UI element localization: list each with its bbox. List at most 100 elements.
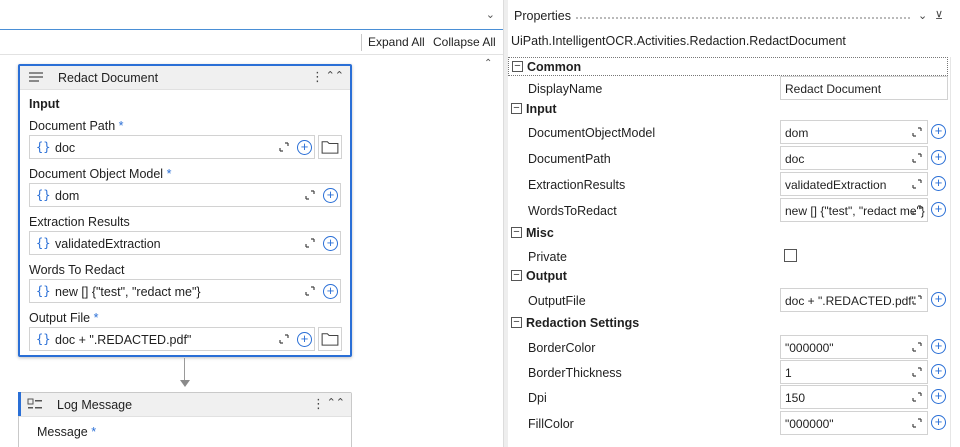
expand-editor-icon[interactable] xyxy=(912,342,922,352)
expand-editor-icon[interactable] xyxy=(279,334,289,344)
sequence-connector xyxy=(184,358,185,380)
expand-editor-icon[interactable] xyxy=(912,367,922,377)
pin-icon[interactable]: ⊻ xyxy=(935,9,943,22)
category-redaction-settings[interactable]: − Redaction Settings xyxy=(508,314,948,333)
designer-vertical-scrollbar[interactable] xyxy=(486,70,496,447)
plus-icon[interactable]: + xyxy=(323,284,338,299)
workflow-designer[interactable]: ⌄ Expand All Collapse All ⌃ Redact Docum… xyxy=(0,0,503,447)
scroll-up-icon[interactable]: ⌃ xyxy=(484,58,492,69)
collapse-all-button[interactable]: Collapse All xyxy=(433,35,496,49)
collapse-activity-icon[interactable]: ⌃⌃ xyxy=(327,396,345,409)
dpi-input[interactable]: 150 xyxy=(780,385,928,409)
property-row-outputfile: OutputFile doc + ".REDACTED.pdf" + xyxy=(508,288,948,312)
category-misc[interactable]: − Misc xyxy=(508,224,948,243)
expand-editor-icon[interactable] xyxy=(912,392,922,402)
activity-header[interactable]: Redact Document ⋮ ⌃⌃ xyxy=(20,66,350,90)
folder-icon xyxy=(321,141,339,154)
collapse-toggle-icon[interactable]: − xyxy=(511,103,522,114)
expression-brace-icon: {} xyxy=(36,236,51,250)
expression-brace-icon: {} xyxy=(36,188,51,202)
output-file-input[interactable]: {} doc + ".REDACTED.pdf" + xyxy=(29,327,315,351)
borderthickness-input[interactable]: 1 xyxy=(780,360,928,384)
plus-icon[interactable]: + xyxy=(931,176,946,191)
property-row-displayname: DisplayName Redact Document xyxy=(508,76,948,100)
designer-toolbar: Expand All Collapse All xyxy=(0,31,503,55)
expand-editor-icon[interactable] xyxy=(912,153,922,163)
private-checkbox[interactable] xyxy=(784,249,797,262)
displayname-input[interactable]: Redact Document xyxy=(780,76,948,100)
properties-title: Properties xyxy=(514,9,571,23)
words-to-redact-input[interactable]: {} new [] {"test", "redact me"} + xyxy=(29,279,341,303)
plus-icon[interactable]: + xyxy=(931,339,946,354)
plus-icon[interactable]: + xyxy=(931,202,946,217)
plus-icon[interactable]: + xyxy=(297,140,312,155)
properties-panel[interactable]: Properties ⌄ ⊻ UiPath.IntelligentOCR.Act… xyxy=(508,0,960,447)
document-path-input[interactable]: {} doc + xyxy=(29,135,315,159)
plus-icon[interactable]: + xyxy=(297,332,312,347)
redact-document-icon xyxy=(29,72,43,82)
expand-editor-icon[interactable] xyxy=(305,286,315,296)
activity-type-name: UiPath.IntelligentOCR.Activities.Redacti… xyxy=(511,34,846,48)
property-row-documentpath: DocumentPath doc + xyxy=(508,146,948,170)
plus-icon[interactable]: + xyxy=(323,236,338,251)
collapse-toggle-icon[interactable]: − xyxy=(511,317,522,328)
property-row-fillcolor: FillColor "000000" + xyxy=(508,411,948,435)
plus-icon[interactable]: + xyxy=(931,415,946,430)
message-label: Message * xyxy=(37,425,97,439)
document-object-model-input[interactable]: {} dom + xyxy=(29,183,341,207)
chevron-down-icon[interactable]: ⌄ xyxy=(918,9,927,22)
collapse-activity-icon[interactable]: ⌃⌃ xyxy=(326,69,344,82)
plus-icon[interactable]: + xyxy=(931,364,946,379)
output-file-label: Output File * xyxy=(29,311,99,325)
log-message-activity[interactable]: Log Message ⋮ ⌃⌃ Message * xyxy=(18,392,352,447)
expand-editor-icon[interactable] xyxy=(912,418,922,428)
activity-title: Log Message xyxy=(57,398,133,412)
outputfile-input[interactable]: doc + ".REDACTED.pdf" xyxy=(780,288,928,312)
documentpath-input[interactable]: doc xyxy=(780,146,928,170)
plus-icon[interactable]: + xyxy=(931,124,946,139)
toolbar-separator xyxy=(361,34,362,51)
collapse-toggle-icon[interactable]: − xyxy=(511,227,522,238)
expand-all-button[interactable]: Expand All xyxy=(368,35,425,49)
expand-editor-icon[interactable] xyxy=(305,238,315,248)
expand-editor-icon[interactable] xyxy=(912,295,922,305)
expand-editor-icon[interactable] xyxy=(912,205,922,215)
expand-editor-icon[interactable] xyxy=(305,190,315,200)
collapse-toggle-icon[interactable]: − xyxy=(511,270,522,281)
properties-vertical-scrollbar[interactable] xyxy=(950,57,960,447)
more-options-icon[interactable]: ⋮ xyxy=(312,396,325,412)
browse-folder-button[interactable] xyxy=(318,327,342,351)
activity-title: Redact Document xyxy=(58,71,159,85)
activity-header[interactable]: Log Message ⋮ ⌃⌃ xyxy=(19,393,351,417)
words-to-redact-label: Words To Redact xyxy=(29,263,125,277)
expand-editor-icon[interactable] xyxy=(279,142,289,152)
category-output[interactable]: − Output xyxy=(508,267,948,286)
plus-icon[interactable]: + xyxy=(931,389,946,404)
collapse-toggle-icon[interactable]: − xyxy=(512,61,523,72)
category-common[interactable]: − Common xyxy=(508,57,948,76)
property-row-dpi: Dpi 150 + xyxy=(508,385,948,409)
drag-grip[interactable] xyxy=(575,16,912,20)
plus-icon[interactable]: + xyxy=(931,150,946,165)
plus-icon[interactable]: + xyxy=(931,292,946,307)
browse-folder-button[interactable] xyxy=(318,135,342,159)
expression-brace-icon: {} xyxy=(36,332,51,346)
documentobjectmodel-input[interactable]: dom xyxy=(780,120,928,144)
wordstoredact-input[interactable]: new [] {"test", "redact me"} xyxy=(780,198,928,222)
log-message-icon xyxy=(27,398,42,409)
expand-editor-icon[interactable] xyxy=(912,179,922,189)
expand-editor-icon[interactable] xyxy=(912,127,922,137)
property-row-private: Private xyxy=(508,244,948,268)
plus-icon[interactable]: + xyxy=(323,188,338,203)
extraction-results-input[interactable]: {} validatedExtraction + xyxy=(29,231,341,255)
redact-document-activity[interactable]: Redact Document ⋮ ⌃⌃ Input Document Path… xyxy=(18,64,352,357)
bordercolor-input[interactable]: "000000" xyxy=(780,335,928,359)
extraction-results-label: Extraction Results xyxy=(29,215,130,229)
fillcolor-input[interactable]: "000000" xyxy=(780,411,928,435)
category-input[interactable]: − Input xyxy=(508,100,948,119)
chevron-down-icon[interactable]: ⌄ xyxy=(486,8,495,21)
more-options-icon[interactable]: ⋮ xyxy=(311,69,324,85)
extractionresults-input[interactable]: validatedExtraction xyxy=(780,172,928,196)
selection-accent xyxy=(18,392,21,416)
property-row-borderthickness: BorderThickness 1 + xyxy=(508,360,948,384)
